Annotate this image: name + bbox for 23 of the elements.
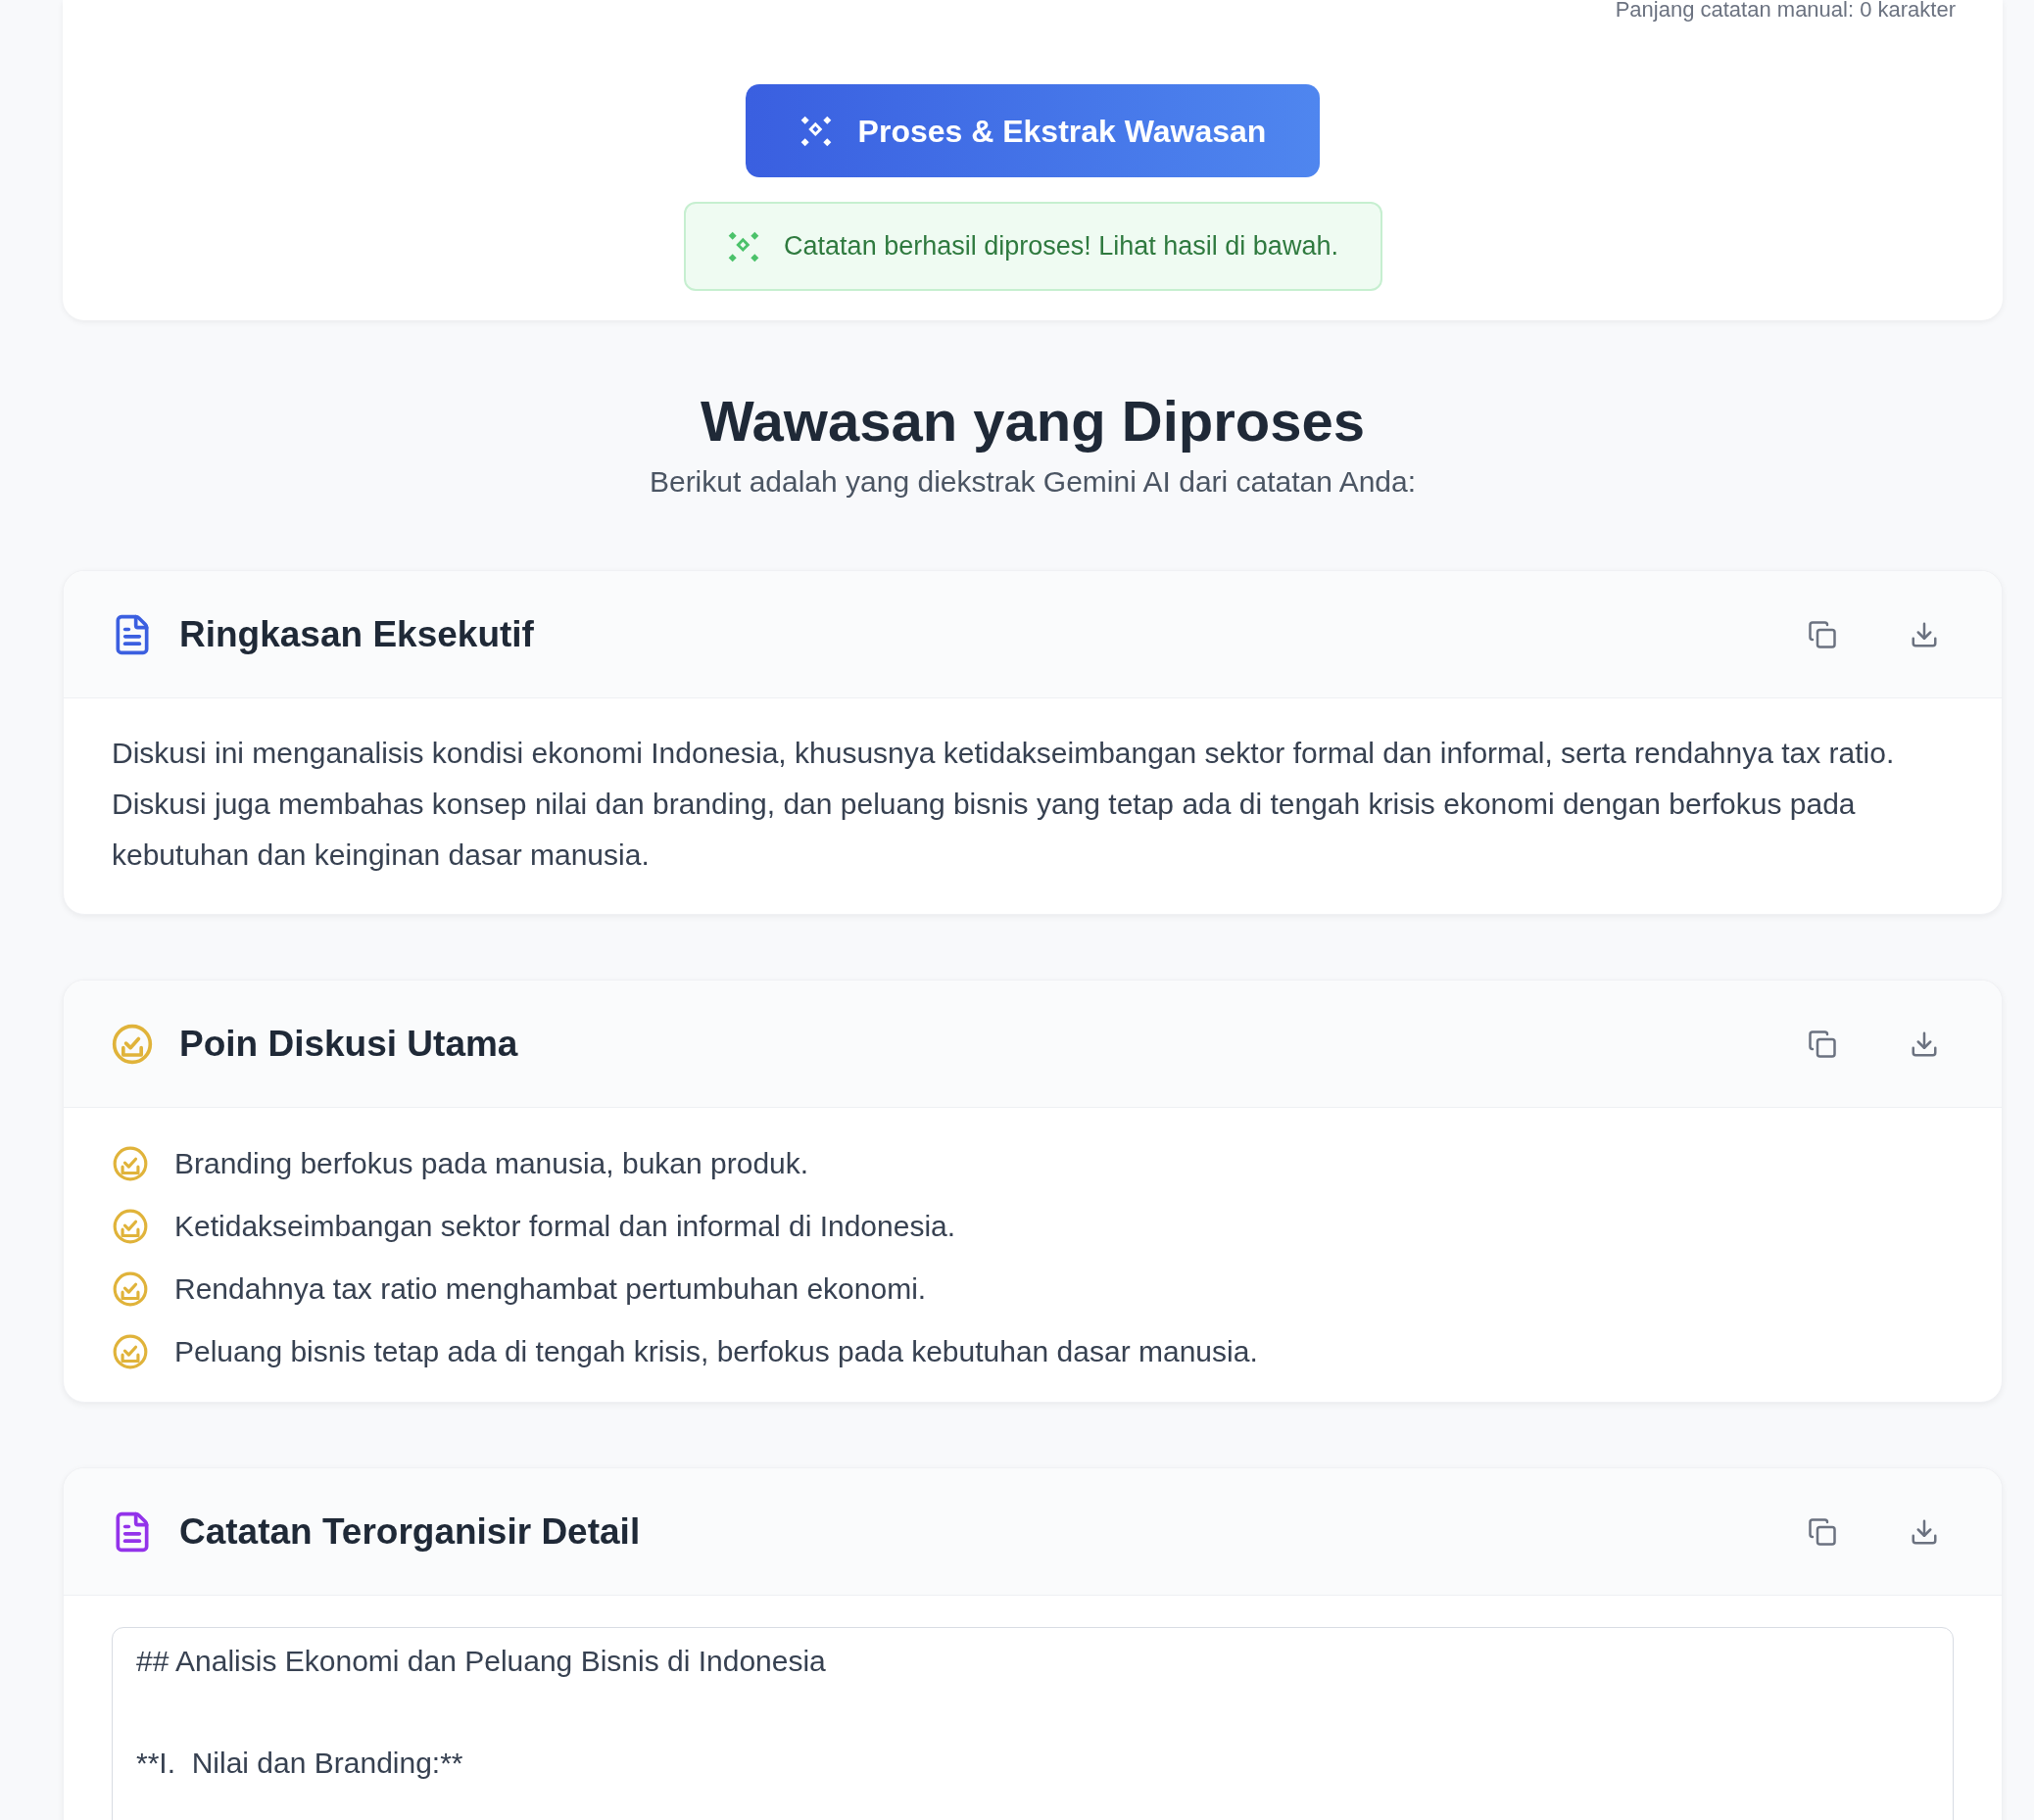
sparkle-icon [799, 114, 833, 148]
success-text: Catatan berhasil diproses! Lihat hasil di bawah. [784, 230, 1338, 263]
process-button[interactable]: Proses & Ekstrak Wawasan [746, 84, 1320, 177]
copy-icon [1808, 1029, 1837, 1059]
section-title: Ringkasan Eksekutif [179, 612, 535, 656]
discussion-point: Branding berfokus pada manusia, bukan produk. [174, 1146, 809, 1181]
discussion-point: Peluang bisnis tetap ada di tengah krisis, berfokus pada kebutuhan dasar manusia. [174, 1334, 1258, 1369]
sparkle-icon [727, 229, 761, 263]
notes-field[interactable]: ## Analisis Ekonomi dan Peluang Bisnis di Indonesia **I. Nilai dan Branding:** [112, 1627, 1954, 1820]
copy-icon [1808, 619, 1837, 649]
character-count: Panjang catatan manual: 0 karakter [1615, 0, 1956, 20]
results-subtitle: Berikut adalah yang diekstrak Gemini AI dari catatan Anda: [649, 464, 1417, 500]
section-title: Catatan Terorganisir Detail [179, 1509, 642, 1554]
summary-paragraph: Diskusi ini menganalisis kondisi ekonomi Indonesia, khususnya ketidakseimbangan sektor formal dan informal, serta rendahnya tax ratio. Diskusi juga membahas konsep nilai dan branding, dan peluang bisnis yang tetap ada di tengah krisis ekonomi dengan berfokus pada kebutuhan dan keinginan dasar manusia. [111, 736, 1896, 873]
check-badge-icon [112, 1208, 149, 1245]
check-badge-icon [112, 1333, 149, 1370]
check-badge-icon [112, 1145, 149, 1182]
copy-icon [1808, 1516, 1837, 1547]
check-badge-icon [112, 1270, 149, 1308]
section-title: Poin Diskusi Utama [179, 1022, 519, 1066]
results-title: Wawasan yang Diproses [701, 388, 1365, 455]
discussion-point: Rendahnya tax ratio menghambat pertumbuhan ekonomi. [174, 1271, 927, 1307]
discussion-point: Ketidakseimbangan sektor formal dan informal di Indonesia. [174, 1209, 956, 1244]
